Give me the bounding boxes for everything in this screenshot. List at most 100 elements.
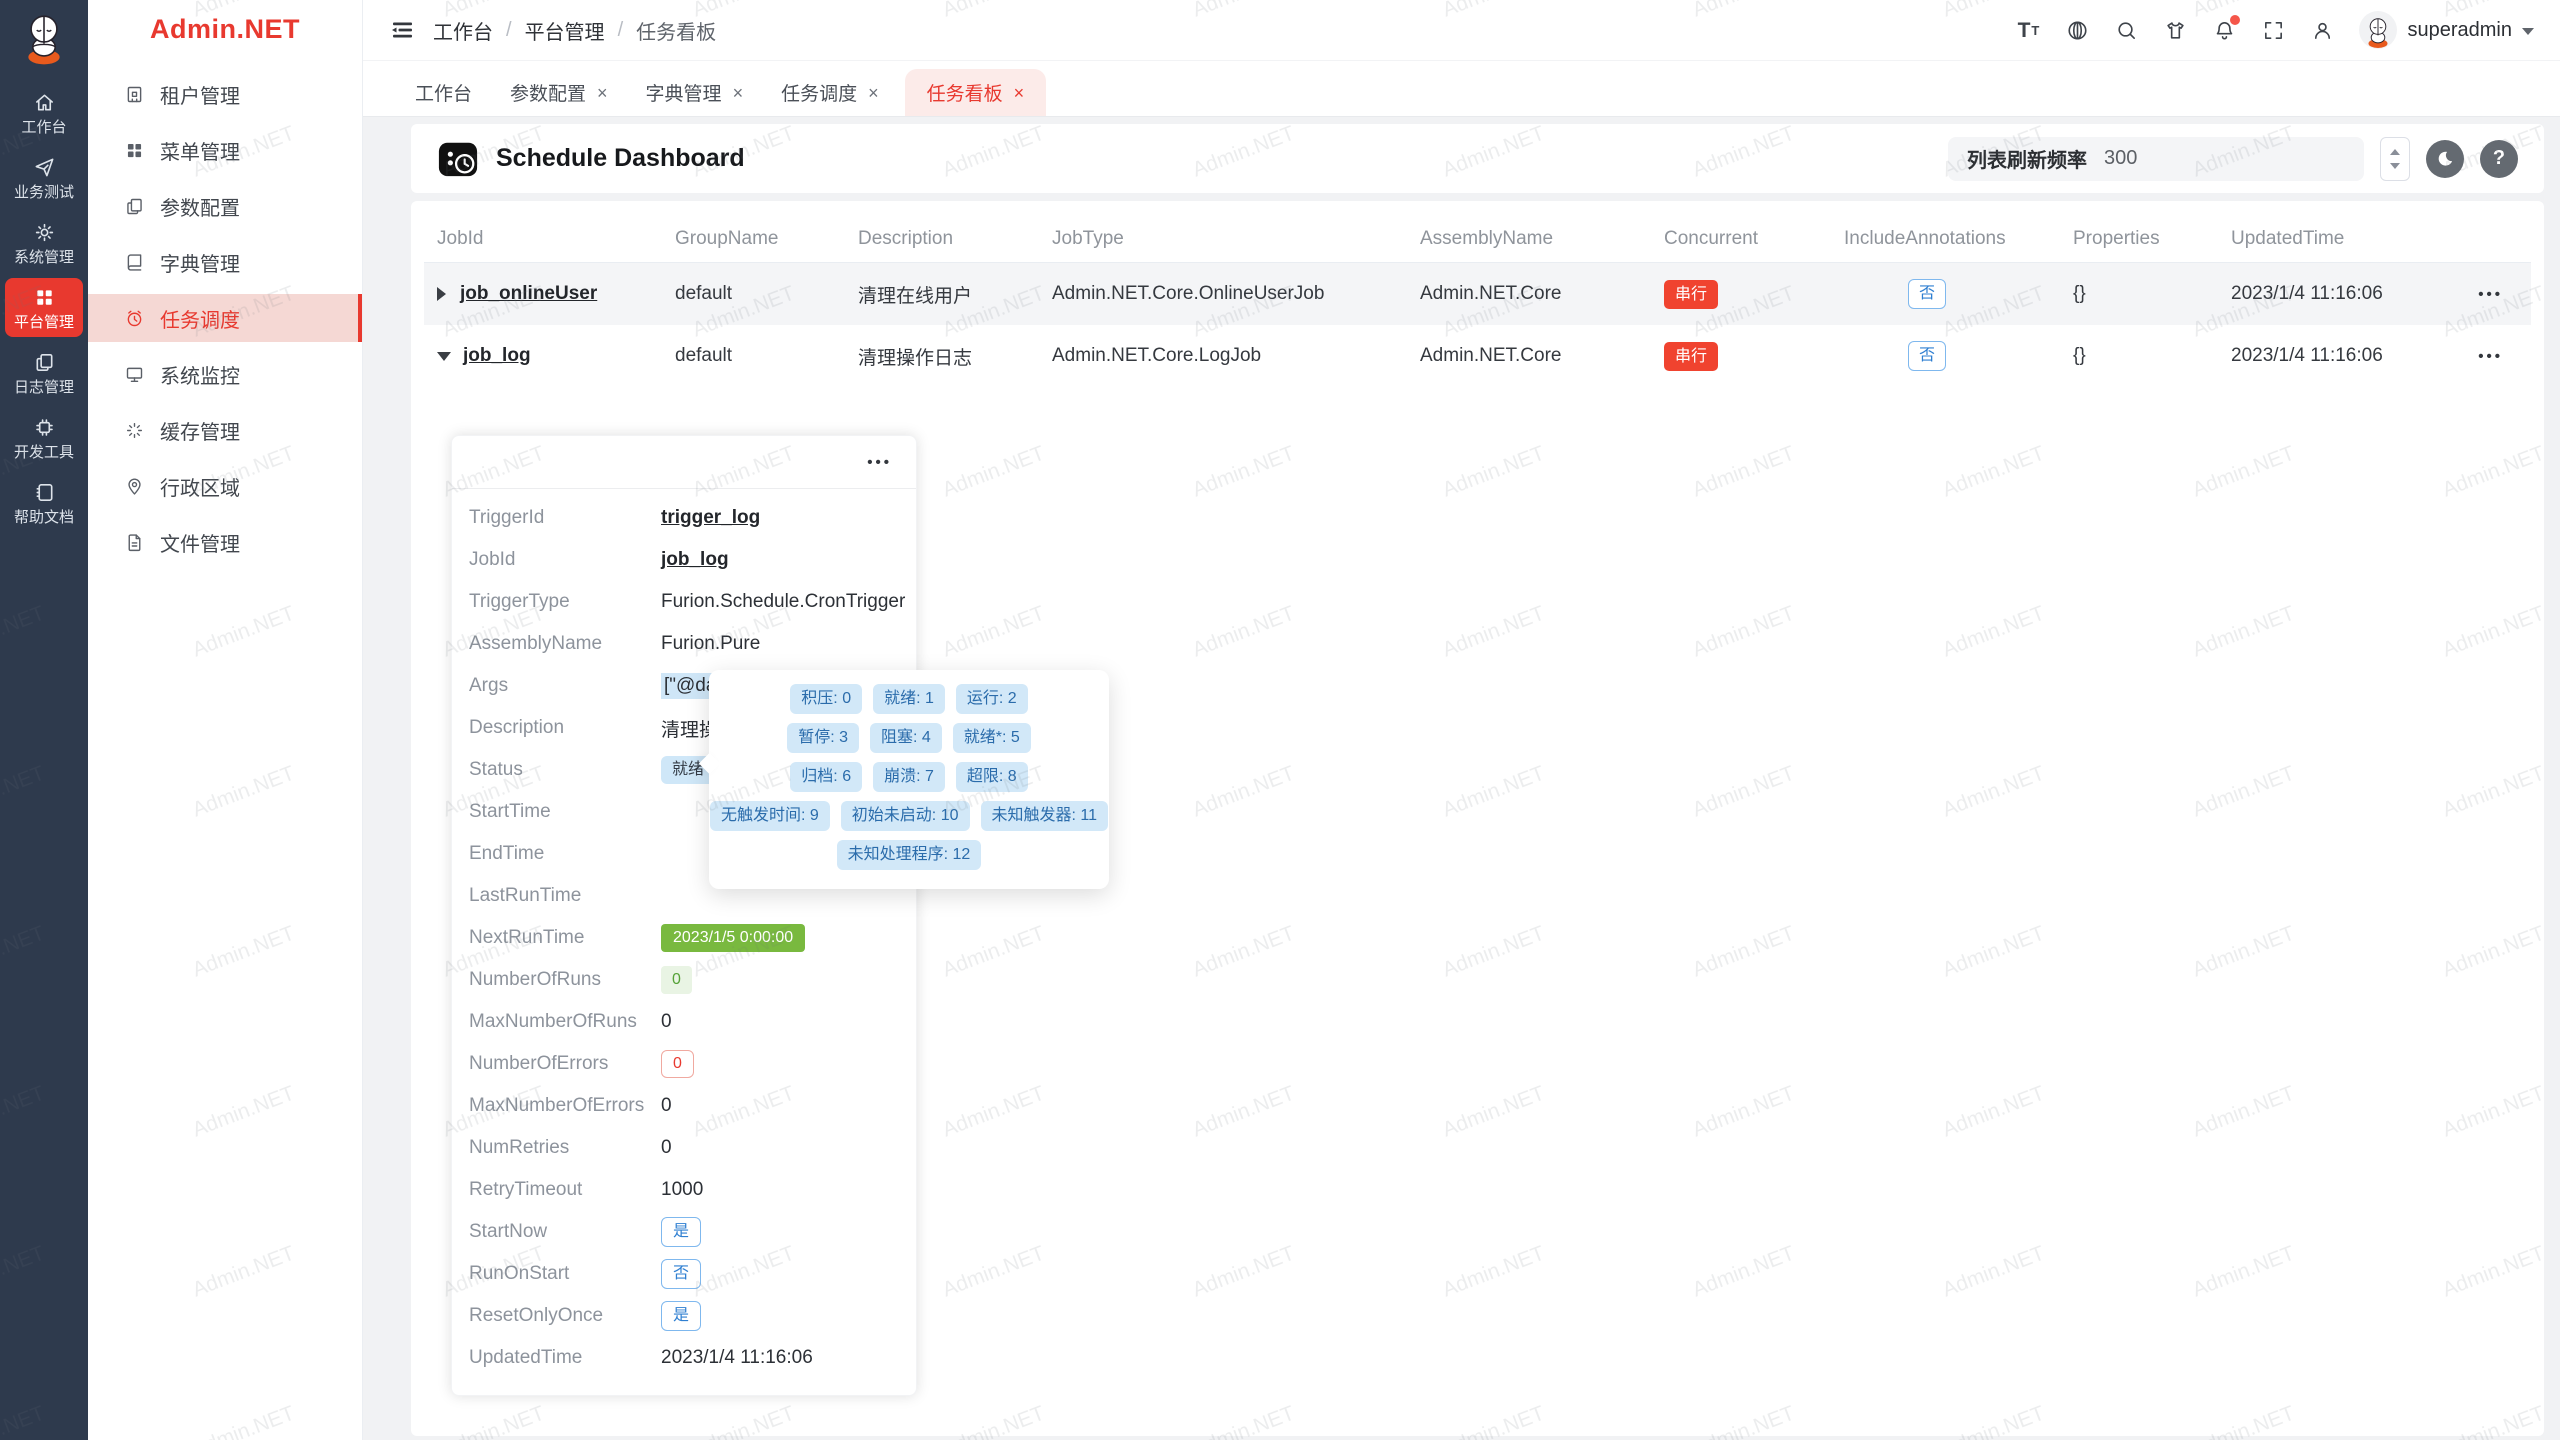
menu-grid-icon	[124, 140, 145, 161]
sidebar-item-file-mgmt[interactable]: 文件管理	[88, 518, 362, 566]
file-icon	[124, 532, 145, 553]
sidebar-item-system-monitor[interactable]: 系统监控	[88, 350, 362, 398]
tab-close-icon[interactable]: ×	[1014, 84, 1025, 102]
breadcrumb-platform[interactable]: 平台管理	[525, 16, 605, 45]
rail-item-help-docs[interactable]: 帮助文档	[5, 473, 83, 532]
user-menu[interactable]: superadmin	[2359, 11, 2534, 49]
rail-item-log-mgmt[interactable]: 日志管理	[5, 343, 83, 402]
status-legend-badge: 阻塞: 4	[870, 723, 942, 753]
jobid-link[interactable]: job_onlineUser	[460, 283, 597, 305]
sidebar-item-label: 系统监控	[160, 360, 240, 389]
tab-close-icon[interactable]: ×	[733, 84, 744, 102]
sidebar-item-label: 任务调度	[160, 304, 240, 333]
tab-label: 参数配置	[510, 79, 586, 106]
tab-task-dashboard[interactable]: 任务看板 ×	[905, 69, 1047, 116]
theme-shirt-icon[interactable]	[2163, 18, 2187, 42]
tab-close-icon[interactable]: ×	[868, 84, 879, 102]
status-legend-badge: 崩溃: 7	[873, 762, 945, 792]
rail-item-label: 业务测试	[14, 185, 74, 200]
rail-item-platform-mgmt[interactable]: 平台管理	[5, 278, 83, 337]
concurrent-badge: 串行	[1664, 342, 1718, 371]
rail-item-label: 开发工具	[14, 445, 74, 460]
numberoferrors-badge: 0	[661, 1050, 694, 1078]
row-actions-more-icon[interactable]: •••	[2478, 287, 2503, 302]
sidebar-item-label: 菜单管理	[160, 136, 240, 165]
jobid-link[interactable]: job_log	[661, 549, 729, 571]
sidebar-item-label: 文件管理	[160, 528, 240, 557]
cell-groupname: default	[675, 345, 858, 367]
main-area: 工作台 / 平台管理 / 任务看板 TT	[363, 0, 2560, 1440]
gear-icon	[33, 221, 56, 244]
tenant-icon	[124, 84, 145, 105]
rail-item-business-test[interactable]: 业务测试	[5, 148, 83, 207]
sidebar-item-param-config[interactable]: 参数配置	[88, 182, 362, 230]
tab-dict-mgmt[interactable]: 字典管理 ×	[634, 69, 756, 116]
stepper-down-icon[interactable]	[2390, 163, 2400, 169]
status-legend-badge: 无触发时间: 9	[710, 801, 830, 831]
language-icon[interactable]	[2065, 18, 2089, 42]
include-annotations-badge: 否	[1908, 279, 1946, 309]
rail-item-workbench[interactable]: 工作台	[5, 83, 83, 142]
tab-workbench[interactable]: 工作台	[403, 69, 484, 116]
sidebar-item-label: 字典管理	[160, 248, 240, 277]
avatar	[2359, 11, 2397, 49]
status-legend-badge: 运行: 2	[956, 684, 1028, 714]
rail-item-dev-tools[interactable]: 开发工具	[5, 408, 83, 467]
moon-icon	[2435, 149, 2455, 169]
app-root: 工作台 业务测试 系统管理 平台管理 日志管理 开发工具 帮助文档 Admin.…	[0, 0, 2560, 1440]
stepper-up-icon[interactable]	[2390, 149, 2400, 155]
copy-docs-icon	[33, 351, 56, 374]
refresh-rate-input[interactable]: 列表刷新频率 300	[1948, 137, 2364, 181]
rail-item-label: 系统管理	[14, 250, 74, 265]
grid-icon	[33, 286, 56, 309]
table-header-row: JobId GroupName Description JobType Asse…	[424, 215, 2531, 263]
numberofruns-badge: 0	[661, 966, 692, 994]
sidebar-item-label: 参数配置	[160, 192, 240, 221]
chevron-down-icon	[2522, 28, 2534, 35]
tab-label: 字典管理	[646, 79, 722, 106]
mascot-logo-icon	[17, 10, 71, 66]
search-icon[interactable]	[2114, 18, 2138, 42]
app-logo[interactable]	[15, 8, 73, 68]
row-actions-more-icon[interactable]: •••	[2478, 349, 2503, 364]
refresh-rate-value: 300	[2104, 147, 2137, 170]
col-assemblyname: AssemblyName	[1420, 228, 1664, 250]
help-button[interactable]: ?	[2480, 140, 2518, 178]
sidebar-item-task-schedule[interactable]: 任务调度	[88, 294, 362, 342]
sidebar-item-tenant[interactable]: 租户管理	[88, 70, 362, 118]
breadcrumb-workbench[interactable]: 工作台	[433, 16, 493, 45]
sidebar-item-label: 租户管理	[160, 80, 240, 109]
col-updatedtime: UpdatedTime	[2231, 228, 2472, 250]
collapse-caret-icon[interactable]	[437, 352, 451, 361]
tab-param-config[interactable]: 参数配置 ×	[498, 69, 620, 116]
sidebar-collapse-icon[interactable]	[389, 17, 415, 43]
card-more-icon[interactable]: •••	[867, 455, 892, 470]
rail-item-system-mgmt[interactable]: 系统管理	[5, 213, 83, 272]
include-annotations-badge: 否	[1908, 341, 1946, 371]
sidebar-item-cache-mgmt[interactable]: 缓存管理	[88, 406, 362, 454]
trigger-link[interactable]: trigger_log	[661, 507, 760, 529]
trigger-detail-card: ••• TriggerIdtrigger_log JobIdjob_log Tr…	[451, 435, 917, 1396]
alarm-clock-icon	[124, 308, 145, 329]
sidebar-item-admin-region[interactable]: 行政区域	[88, 462, 362, 510]
status-legend-badge: 就绪: 1	[873, 684, 945, 714]
schedule-dashboard-icon	[437, 138, 479, 180]
sidebar-item-dict-mgmt[interactable]: 字典管理	[88, 238, 362, 286]
username: superadmin	[2407, 19, 2512, 42]
fullscreen-icon[interactable]	[2261, 18, 2285, 42]
chip-icon	[33, 416, 56, 439]
page-header-panel: Schedule Dashboard 列表刷新频率 300	[411, 124, 2544, 193]
jobid-link[interactable]: job_log	[463, 345, 531, 367]
sidebar-item-label: 行政区域	[160, 472, 240, 501]
sidebar-item-menu-mgmt[interactable]: 菜单管理	[88, 126, 362, 174]
profile-icon[interactable]	[2310, 18, 2334, 42]
config-copy-icon	[124, 196, 145, 217]
col-groupname: GroupName	[675, 228, 858, 250]
tab-close-icon[interactable]: ×	[597, 84, 608, 102]
notification-bell-icon[interactable]	[2212, 18, 2236, 42]
font-size-icon[interactable]: TT	[2016, 18, 2040, 42]
monitor-icon	[124, 364, 145, 385]
theme-moon-button[interactable]	[2426, 140, 2464, 178]
tab-task-schedule[interactable]: 任务调度 ×	[769, 69, 891, 116]
expand-caret-icon[interactable]	[437, 287, 446, 301]
